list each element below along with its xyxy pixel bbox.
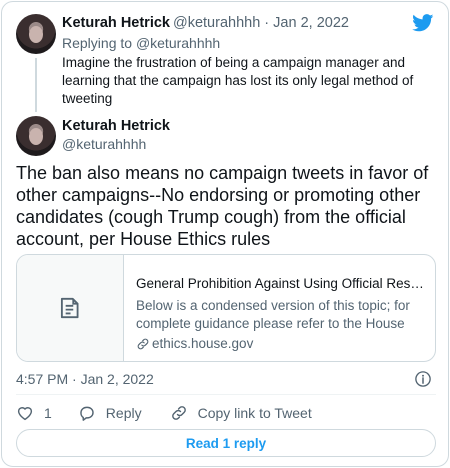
replying-to-handle[interactable]: @keturahhhh xyxy=(136,35,220,51)
like-button[interactable]: 1 xyxy=(16,404,52,422)
author-handle[interactable]: @keturahhhh xyxy=(173,15,260,31)
reply-bubble-icon xyxy=(80,406,94,421)
reply-tweet-header: Keturah Hetrick @keturahhhh · Jan 2, 2022 xyxy=(62,15,349,31)
link-description: Below is a condensed version of this top… xyxy=(136,298,410,331)
link-preview-card[interactable]: General Prohibition Against Using Offici… xyxy=(16,254,436,362)
tweet-embed-card: Keturah Hetrick @keturahhhh · Jan 2, 2022… xyxy=(1,1,449,467)
reply-label: Reply xyxy=(105,405,142,421)
thread-connector-line xyxy=(35,58,37,112)
link-title[interactable]: General Prohibition Against Using Offici… xyxy=(136,275,430,293)
copy-link-label: Copy link to Tweet xyxy=(197,405,312,421)
link-thumbnail xyxy=(17,255,124,361)
tweet-text: The ban also means no campaign tweets in… xyxy=(16,163,429,249)
avatar[interactable] xyxy=(16,116,56,156)
tweet-timestamp[interactable]: 4:57 PM · Jan 2, 2022 xyxy=(16,371,154,387)
document-icon xyxy=(60,297,79,319)
link-domain: ethics.house.gov xyxy=(152,336,254,351)
link-chain-icon xyxy=(171,406,186,420)
tweet-actions: 1 Reply Copy link to Tweet xyxy=(16,403,312,423)
replying-prefix: Replying to xyxy=(62,35,133,51)
copy-link-button[interactable]: Copy link to Tweet xyxy=(170,404,312,422)
reply-tweet-text: Imagine the frustration of being a campa… xyxy=(62,55,414,106)
info-icon[interactable] xyxy=(414,370,432,388)
read-replies-button[interactable]: Read 1 reply xyxy=(16,429,436,457)
divider xyxy=(16,394,436,395)
avatar[interactable] xyxy=(16,14,56,54)
author-name[interactable]: Keturah Hetrick xyxy=(62,118,170,134)
author-handle[interactable]: @keturahhhh xyxy=(62,136,146,152)
heart-icon xyxy=(17,407,33,421)
twitter-bird-icon[interactable] xyxy=(412,14,434,32)
author-name[interactable]: Keturah Hetrick xyxy=(62,15,170,31)
tweet-date[interactable]: Jan 2, 2022 xyxy=(273,15,349,31)
link-card-body: General Prohibition Against Using Offici… xyxy=(136,275,430,353)
like-count: 1 xyxy=(44,405,52,421)
replying-to-line: Replying to @keturahhhh xyxy=(62,35,220,51)
reply-button[interactable]: Reply xyxy=(78,404,142,422)
link-domain-row: ethics.house.gov xyxy=(136,335,430,353)
link-icon xyxy=(137,338,149,350)
separator: · xyxy=(264,15,270,31)
